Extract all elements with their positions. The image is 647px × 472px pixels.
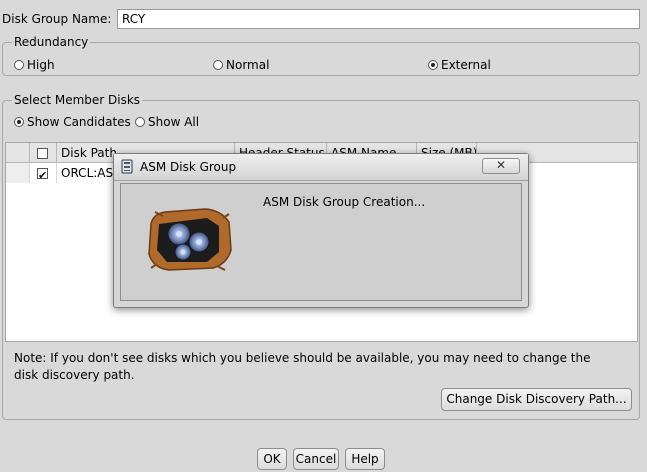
radio-label: Show All <box>148 115 200 129</box>
table-row-select[interactable] <box>30 163 57 183</box>
dialog-title: ASM Disk Group <box>140 160 237 174</box>
select-all-checkbox[interactable] <box>37 148 48 159</box>
cancel-button[interactable]: Cancel <box>293 448 339 470</box>
radio-label: Normal <box>226 58 270 72</box>
show-candidates-radio[interactable]: Show Candidates <box>14 115 131 129</box>
discovery-note: Note: If you don't see disks which you b… <box>14 351 591 382</box>
table-row-number <box>6 163 30 183</box>
redundancy-normal-radio[interactable]: Normal <box>213 58 269 72</box>
row-checkbox[interactable] <box>37 166 48 183</box>
redundancy-external-radio[interactable]: External <box>428 58 491 72</box>
radio-indicator <box>14 117 24 127</box>
change-discovery-path-button[interactable]: Change Disk Discovery Path... <box>441 388 632 411</box>
radio-label: External <box>441 58 491 72</box>
radio-indicator <box>135 117 145 127</box>
show-all-radio[interactable]: Show All <box>135 115 199 129</box>
disk-group-name-label: Disk Group Name: <box>2 12 112 26</box>
radio-indicator <box>213 60 223 70</box>
radio-label: High <box>27 58 55 72</box>
disk-group-name-input[interactable]: RCY <box>117 9 640 29</box>
member-disks-title: Select Member Disks <box>12 93 143 107</box>
close-icon[interactable]: ✕ <box>482 158 520 174</box>
redundancy-high-radio[interactable]: High <box>14 58 55 72</box>
dialog-body: ASM Disk Group Creation... <box>120 183 522 301</box>
table-header-select[interactable] <box>30 143 57 163</box>
asm-disk-group-dialog: ASM Disk Group ✕ ASM Disk Group Creation… <box>113 153 529 308</box>
asm-progress-icon <box>143 206 233 272</box>
redundancy-group <box>2 42 640 76</box>
help-button[interactable]: Help <box>345 448 385 470</box>
dialog-message: ASM Disk Group Creation... <box>263 195 426 209</box>
table-header-row-number <box>6 143 30 163</box>
radio-indicator <box>428 60 438 70</box>
radio-indicator <box>14 60 24 70</box>
ok-button[interactable]: OK <box>257 448 287 470</box>
dialog-titlebar[interactable]: ASM Disk Group ✕ <box>114 154 528 181</box>
redundancy-title: Redundancy <box>12 35 91 49</box>
radio-label: Show Candidates <box>27 115 131 129</box>
java-app-icon <box>121 159 133 174</box>
